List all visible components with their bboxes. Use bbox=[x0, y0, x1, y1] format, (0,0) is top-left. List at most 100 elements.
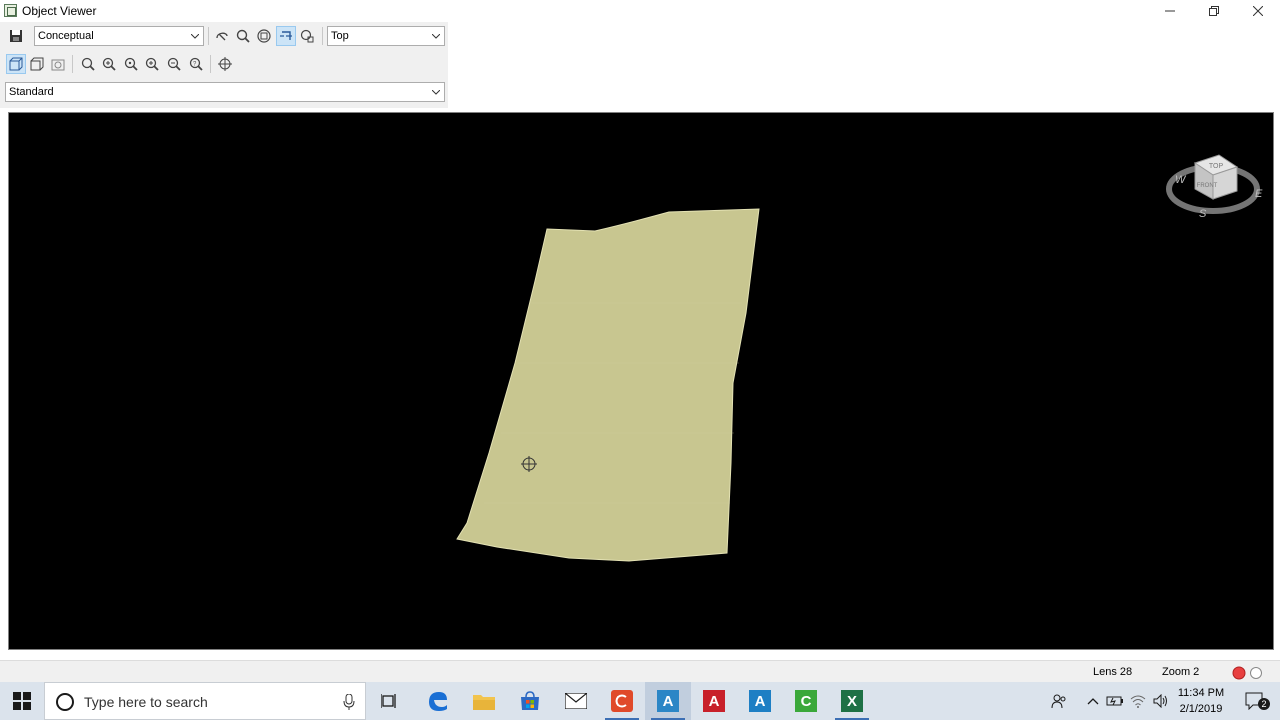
zoom-icon bbox=[236, 29, 250, 43]
lens-status: Lens 28 bbox=[1093, 666, 1133, 678]
task-view-icon bbox=[381, 694, 396, 708]
taskbar-store[interactable] bbox=[507, 682, 553, 720]
taskbar: Type here to search A A A C X 11:34 PM 2… bbox=[0, 682, 1280, 720]
network-button[interactable] bbox=[1126, 682, 1150, 720]
wireframe-button[interactable] bbox=[6, 54, 26, 74]
cortana-icon bbox=[56, 693, 74, 711]
excel-icon: X bbox=[841, 690, 863, 712]
zoom-extents-icon bbox=[257, 29, 271, 43]
zoom-out-button[interactable] bbox=[164, 54, 184, 74]
model-canvas[interactable]: TOP FRONT W E S bbox=[9, 113, 1273, 649]
chevron-down-icon bbox=[190, 30, 200, 42]
zoom-window-button[interactable] bbox=[99, 54, 119, 74]
app-icon bbox=[4, 4, 17, 17]
battery-icon bbox=[1106, 696, 1123, 706]
toolbar-area: Conceptual Top ? Standard bbox=[0, 22, 448, 108]
pan-button[interactable] bbox=[276, 26, 296, 46]
file-explorer-icon bbox=[473, 695, 495, 710]
recorder-app-icon bbox=[611, 690, 633, 712]
task-view-button[interactable] bbox=[367, 682, 413, 720]
ucs-select[interactable]: Standard bbox=[5, 82, 445, 102]
zoom-realtime-button[interactable] bbox=[78, 54, 98, 74]
minimize-button[interactable] bbox=[1148, 0, 1192, 22]
zoom-realtime-icon bbox=[81, 57, 95, 71]
zoom-status: Zoom 2 bbox=[1162, 666, 1200, 678]
zoom-extents-2-button[interactable]: ? bbox=[186, 54, 206, 74]
autocad-icon: A bbox=[703, 690, 725, 712]
edge-icon bbox=[429, 692, 447, 711]
taskbar-autocad-map[interactable]: A bbox=[737, 682, 783, 720]
zoom-in-icon bbox=[145, 57, 159, 71]
autocad-map-icon: A bbox=[749, 690, 771, 712]
close-icon bbox=[1253, 6, 1263, 16]
autocad-civil-icon: A bbox=[657, 690, 679, 712]
stop-icon[interactable] bbox=[1249, 666, 1263, 680]
realistic-button[interactable] bbox=[48, 54, 68, 74]
taskbar-file-explorer[interactable] bbox=[461, 682, 507, 720]
minimize-icon bbox=[1165, 10, 1175, 12]
people-button[interactable] bbox=[1046, 682, 1072, 720]
zoom-in-button[interactable] bbox=[142, 54, 162, 74]
restore-icon bbox=[1209, 6, 1219, 16]
volume-button[interactable] bbox=[1150, 682, 1172, 720]
compass-east-label: E bbox=[1255, 188, 1263, 200]
view-select[interactable]: Top bbox=[327, 26, 445, 46]
store-icon bbox=[521, 691, 539, 710]
camtasia-icon: C bbox=[795, 690, 817, 712]
save-icon bbox=[10, 30, 22, 42]
viewport[interactable]: TOP FRONT W E S bbox=[8, 112, 1274, 650]
zoom-out-icon bbox=[167, 57, 181, 71]
chevron-up-icon bbox=[1087, 698, 1099, 705]
taskbar-edge[interactable] bbox=[415, 682, 461, 720]
zoom-extents-button[interactable] bbox=[254, 26, 274, 46]
notification-badge: 2 bbox=[1258, 698, 1270, 710]
taskbar-autocad-civil[interactable]: A bbox=[645, 682, 691, 720]
taskbar-app-red[interactable] bbox=[599, 682, 645, 720]
chevron-down-icon bbox=[431, 30, 441, 42]
mail-icon bbox=[565, 693, 587, 709]
save-button[interactable] bbox=[6, 26, 26, 46]
status-bar: Lens 28 Zoom 2 bbox=[0, 660, 1280, 682]
orbit-icon bbox=[216, 32, 228, 41]
crosshair-icon bbox=[218, 57, 232, 71]
taskbar-search[interactable]: Type here to search bbox=[44, 682, 366, 720]
pan-icon bbox=[280, 31, 292, 40]
hidden-button[interactable] bbox=[27, 54, 47, 74]
view-value: Top bbox=[331, 30, 349, 42]
visual-style-value: Conceptual bbox=[38, 30, 94, 42]
view-cube-icon[interactable]: TOP FRONT W E S bbox=[1166, 154, 1263, 220]
named-views-button[interactable] bbox=[297, 26, 317, 46]
named-views-icon bbox=[300, 29, 314, 43]
compass-south-label: S bbox=[1199, 208, 1207, 220]
taskbar-autocad[interactable]: A bbox=[691, 682, 737, 720]
zoom-all-icon: ? bbox=[189, 57, 203, 71]
viewcube-top-label: TOP bbox=[1209, 163, 1224, 170]
notification-button[interactable]: 2 bbox=[1238, 682, 1272, 720]
taskbar-clock[interactable]: 11:34 PM 2/1/2019 bbox=[1170, 685, 1232, 717]
visual-style-select[interactable]: Conceptual bbox=[34, 26, 204, 46]
zoom-center-icon bbox=[124, 57, 138, 71]
taskbar-camtasia[interactable]: C bbox=[783, 682, 829, 720]
ucs-button[interactable] bbox=[215, 54, 235, 74]
maximize-button[interactable] bbox=[1192, 0, 1236, 22]
chevron-down-icon bbox=[431, 86, 441, 98]
tray-overflow-button[interactable] bbox=[1082, 682, 1104, 720]
zoom-center-button[interactable] bbox=[121, 54, 141, 74]
wireframe-box-icon bbox=[9, 57, 23, 71]
orbit-button[interactable] bbox=[212, 26, 232, 46]
clock-time: 11:34 PM bbox=[1177, 687, 1225, 699]
battery-button[interactable] bbox=[1104, 682, 1126, 720]
record-icon[interactable] bbox=[1232, 666, 1246, 680]
start-button[interactable] bbox=[0, 682, 44, 720]
taskbar-mail[interactable] bbox=[553, 682, 599, 720]
close-button[interactable] bbox=[1236, 0, 1280, 22]
microphone-icon bbox=[343, 694, 355, 710]
realistic-icon bbox=[51, 59, 65, 71]
zoom-window-icon bbox=[102, 57, 116, 71]
taskbar-excel[interactable]: X bbox=[829, 682, 875, 720]
clock-date: 2/1/2019 bbox=[1179, 703, 1223, 715]
network-icon bbox=[1130, 695, 1146, 708]
title-bar: Object Viewer bbox=[0, 0, 1280, 22]
compass-west-label: W bbox=[1175, 174, 1187, 186]
zoom-button[interactable] bbox=[233, 26, 253, 46]
